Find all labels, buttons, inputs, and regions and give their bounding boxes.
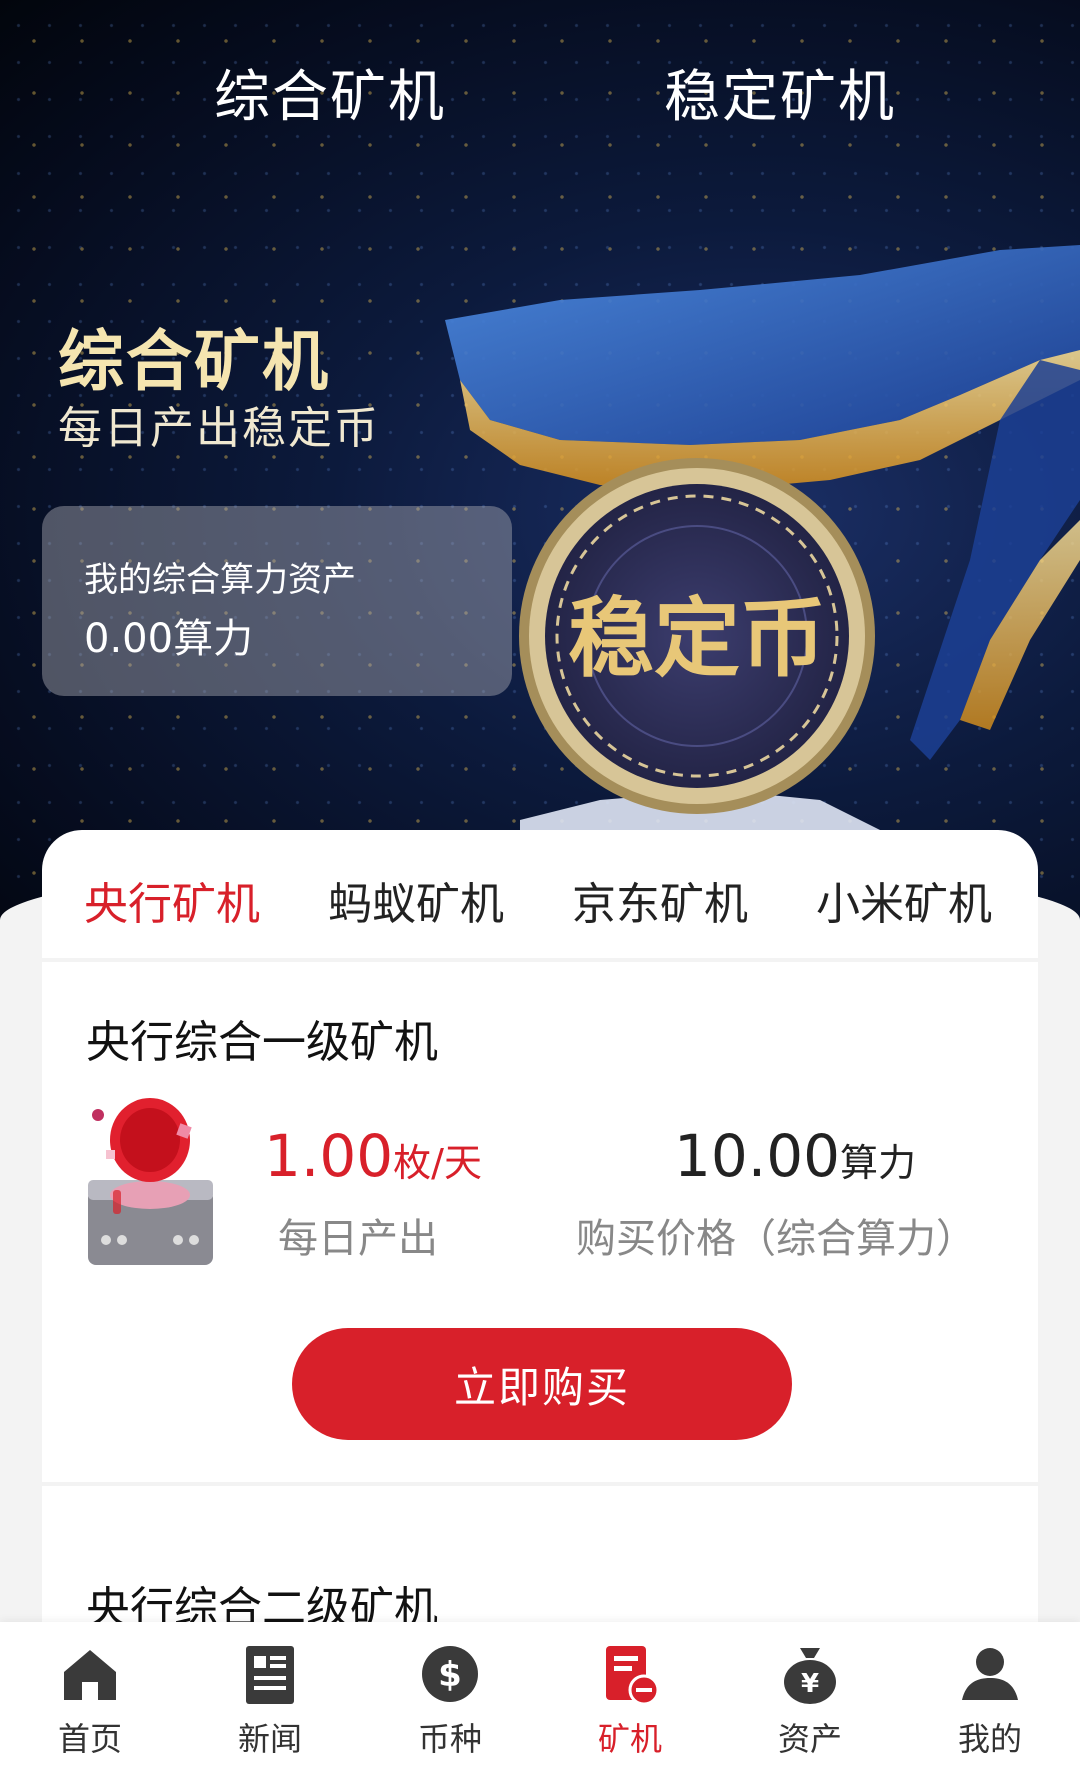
news-icon: [246, 1646, 294, 1704]
category-tab-bar: 央行矿机 蚂蚁矿机 京东矿机 小米矿机: [42, 830, 1038, 958]
asset-value: 0.00算力: [84, 616, 254, 662]
price-label: 购买价格（综合算力）: [576, 1216, 976, 1262]
tab-jd-miner[interactable]: 京东矿机: [572, 868, 748, 932]
money-bag-icon: ¥: [784, 1648, 836, 1704]
daily-output-label: 每日产出: [278, 1216, 438, 1262]
tab-stable-miner[interactable]: 稳定矿机: [664, 52, 896, 133]
svg-text:$: $: [438, 1655, 462, 1695]
hero-illustration: 稳定币: [445, 245, 1080, 860]
nav-label: 首页: [57, 1720, 122, 1758]
daily-output-value: 1.00枚/天: [264, 1122, 482, 1190]
top-tab-bar: 综合矿机 稳定矿机: [0, 52, 1080, 132]
tab-ant-miner[interactable]: 蚂蚁矿机: [328, 868, 504, 932]
tab-comprehensive-miner[interactable]: 综合矿机: [214, 52, 446, 133]
nav-profile[interactable]: 我的: [920, 1642, 1060, 1760]
user-icon: [962, 1648, 1018, 1700]
home-icon: [64, 1650, 116, 1700]
coin-text: 稳定币: [568, 588, 826, 689]
nav-label: 矿机: [597, 1720, 662, 1758]
hero-banner: 稳定币 综合矿机 稳定矿机 综合矿机 每日产出稳定币 我的综合算力资产 0.00…: [0, 0, 1080, 930]
svg-text:¥: ¥: [801, 1669, 819, 1699]
price-value: 10.00算力: [674, 1122, 917, 1190]
hero-subtitle: 每日产出稳定币: [58, 403, 380, 454]
nav-label: 资产: [777, 1720, 842, 1758]
dollar-coin-icon: $: [422, 1646, 478, 1702]
asset-summary-box: 我的综合算力资产 0.00算力: [42, 506, 512, 696]
nav-home[interactable]: 首页: [20, 1642, 160, 1760]
nav-label: 新闻: [237, 1720, 302, 1758]
nav-news[interactable]: 新闻: [200, 1642, 340, 1760]
nav-coins[interactable]: $ 币种: [380, 1642, 520, 1760]
nav-label: 币种: [417, 1720, 482, 1758]
miner-machine-icon: [88, 1098, 213, 1265]
tab-xiaomi-miner[interactable]: 小米矿机: [816, 868, 992, 932]
nav-miner[interactable]: 矿机: [560, 1642, 700, 1760]
buy-now-button[interactable]: 立即购买: [292, 1328, 792, 1440]
product-title: 央行综合一级矿机: [86, 1017, 438, 1068]
asset-label: 我的综合算力资产: [84, 560, 356, 600]
nav-label: 我的: [957, 1720, 1022, 1758]
bottom-nav: 首页 新闻 $ 币种 矿机 ¥ 资产 我的: [0, 1622, 1080, 1792]
product-card: 央行综合一级矿机 1.00枚/天 每日产出 10.00算力 购买价格（综合算力）…: [42, 962, 1038, 1482]
hero-title: 综合矿机: [58, 323, 330, 400]
miner-icon: [606, 1646, 660, 1706]
tab-central-bank-miner[interactable]: 央行矿机: [84, 868, 260, 932]
nav-assets[interactable]: ¥ 资产: [740, 1642, 880, 1760]
